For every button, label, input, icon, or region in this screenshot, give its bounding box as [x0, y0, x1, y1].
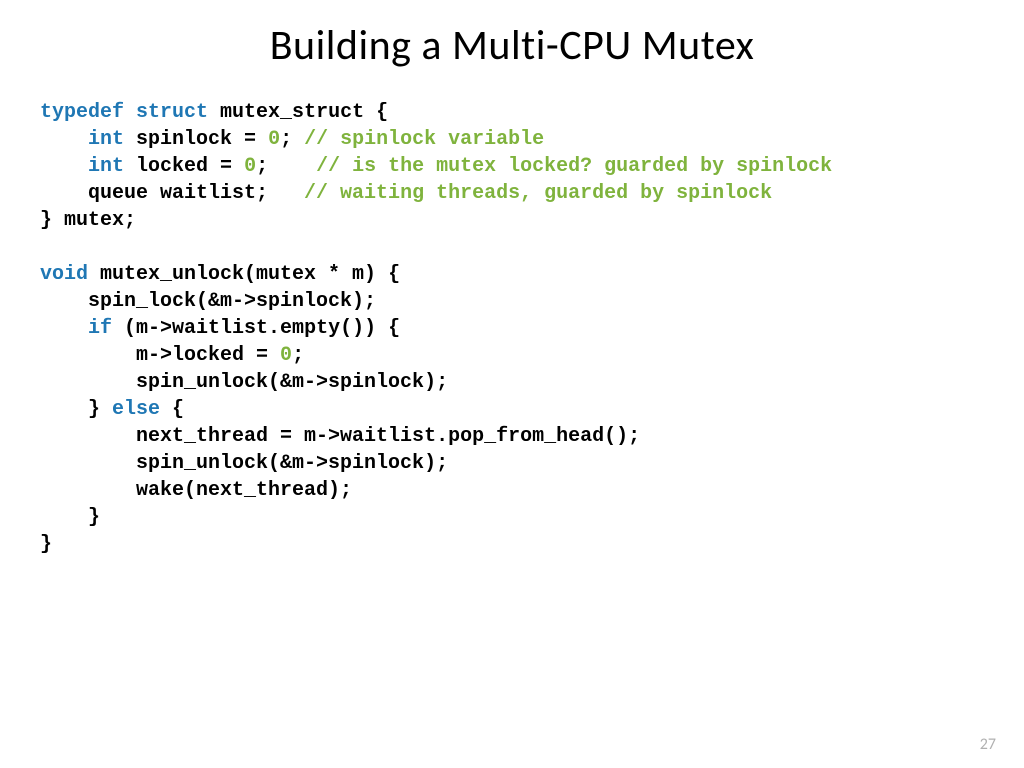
- code-text: [124, 101, 136, 124]
- code-block: typedef struct mutex_struct { int spinlo…: [40, 99, 984, 558]
- code-text: m->locked =: [40, 344, 280, 367]
- keyword-int: int: [88, 155, 124, 178]
- code-text: spin_unlock(&m->spinlock);: [40, 371, 448, 394]
- code-text: }: [40, 398, 112, 421]
- code-text: {: [160, 398, 184, 421]
- code-text: spin_lock(&m->spinlock);: [40, 290, 376, 313]
- comment-spinlock: // spinlock variable: [304, 128, 544, 151]
- code-text: [40, 317, 88, 340]
- code-text: [40, 128, 88, 151]
- code-text: spinlock =: [124, 128, 268, 151]
- comment-locked: // is the mutex locked? guarded by spinl…: [316, 155, 832, 178]
- keyword-struct: struct: [136, 101, 208, 124]
- keyword-typedef: typedef: [40, 101, 124, 124]
- code-text: wake(next_thread);: [40, 479, 352, 502]
- code-text: [40, 155, 88, 178]
- comment-waitlist: // waiting threads, guarded by spinlock: [304, 182, 772, 205]
- code-text: mutex_unlock(mutex * m) {: [88, 263, 400, 286]
- keyword-else: else: [112, 398, 160, 421]
- literal-zero: 0: [244, 155, 256, 178]
- code-text: ;: [292, 344, 304, 367]
- code-text: }: [40, 533, 52, 556]
- code-text: next_thread = m->waitlist.pop_from_head(…: [40, 425, 640, 448]
- code-text: (m->waitlist.empty()) {: [112, 317, 400, 340]
- literal-zero: 0: [268, 128, 280, 151]
- keyword-void: void: [40, 263, 88, 286]
- code-text: ;: [280, 128, 304, 151]
- code-text: } mutex;: [40, 209, 136, 232]
- code-text: spin_unlock(&m->spinlock);: [40, 452, 448, 475]
- literal-zero: 0: [280, 344, 292, 367]
- code-text: ;: [256, 155, 316, 178]
- keyword-if: if: [88, 317, 112, 340]
- keyword-int: int: [88, 128, 124, 151]
- code-text: }: [40, 506, 100, 529]
- slide-title: Building a Multi-CPU Mutex: [40, 20, 984, 71]
- code-text: queue waitlist;: [40, 182, 304, 205]
- slide-content: Building a Multi-CPU Mutex typedef struc…: [0, 0, 1024, 768]
- code-text: mutex_struct {: [208, 101, 388, 124]
- page-number: 27: [980, 735, 996, 754]
- code-text: locked =: [124, 155, 244, 178]
